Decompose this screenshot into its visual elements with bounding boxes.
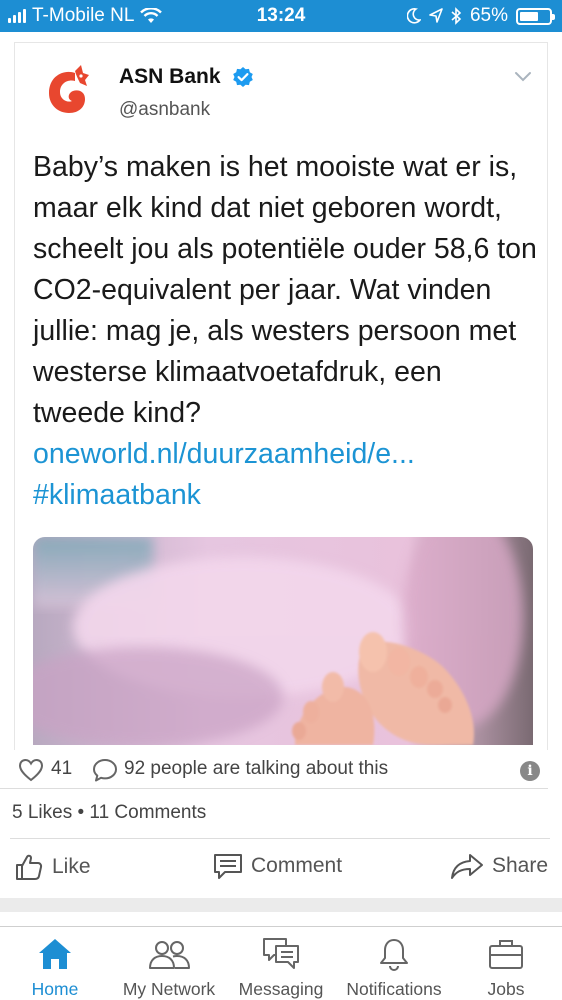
heart-icon[interactable] (18, 758, 44, 782)
nav-jobs[interactable]: Jobs (476, 927, 536, 1000)
bell-icon (380, 939, 408, 971)
tweet-text: Baby’s maken is het mooiste wat er is, m… (33, 147, 538, 516)
divider (0, 788, 548, 789)
thumbs-up-icon (16, 854, 43, 880)
battery-icon (516, 7, 555, 25)
status-bar: T-Mobile NL 13:24 65% (0, 0, 562, 32)
location-icon (429, 8, 443, 23)
nav-notifications-label: Notifications (346, 979, 442, 999)
nav-messaging[interactable]: Messaging (232, 927, 330, 1000)
author-handle[interactable]: @asnbank (119, 99, 210, 121)
share-button[interactable]: Share (450, 852, 548, 880)
tweet-card[interactable]: ASN Bank @asnbank Baby’s maken is het mo… (14, 42, 548, 750)
comment-label: Comment (251, 854, 343, 877)
nav-notifications[interactable]: Notifications (340, 927, 448, 1000)
bottom-nav: Home My Network Messaging Notifications … (0, 926, 562, 1000)
likes-comments-summary[interactable]: 5 Likes • 11 Comments (12, 802, 206, 824)
chevron-down-icon[interactable] (513, 69, 533, 83)
nav-jobs-label: Jobs (487, 979, 525, 999)
comment-button[interactable]: Comment (213, 852, 342, 880)
social-counts: 41 92 people are talking about this i (0, 752, 562, 788)
nav-home[interactable]: Home (22, 927, 88, 1000)
action-row: Like Comment Share (0, 846, 562, 890)
battery-fill (520, 11, 539, 21)
nav-messaging-label: Messaging (238, 979, 324, 999)
verified-badge-icon (233, 67, 253, 87)
author-name[interactable]: ASN Bank (119, 65, 221, 89)
bluetooth-icon (451, 7, 462, 25)
nav-my-network-label: My Network (122, 979, 216, 999)
feed-separator (0, 898, 562, 912)
tweet-link[interactable]: oneworld.nl/duurzaamheid/e... (33, 438, 415, 470)
moon-icon (406, 8, 421, 24)
speech-bubble-icon[interactable] (92, 758, 118, 782)
share-label: Share (492, 854, 549, 877)
like-button[interactable]: Like (14, 852, 91, 882)
info-icon[interactable]: i (520, 761, 540, 781)
baby-feet-photo (33, 537, 533, 745)
messaging-icon (263, 938, 299, 969)
nav-home-label: Home (31, 979, 79, 999)
comment-icon (214, 854, 242, 879)
tweet-image[interactable] (33, 537, 533, 745)
battery-percent: 65% (469, 5, 508, 26)
tweet-hashtag[interactable]: #klimaatbank (33, 479, 201, 511)
likes-count[interactable]: 41 (51, 758, 72, 780)
nav-my-network[interactable]: My Network (114, 927, 224, 1000)
home-icon (39, 939, 71, 969)
briefcase-icon (489, 940, 523, 969)
divider (10, 838, 550, 839)
talking-about-label[interactable]: 92 people are talking about this (124, 758, 388, 780)
tweet-body: Baby’s maken is het mooiste wat er is, m… (33, 151, 537, 429)
like-label: Like (52, 855, 91, 878)
people-icon (149, 941, 190, 969)
share-arrow-icon (451, 854, 483, 879)
status-right: 65% (406, 5, 555, 27)
asn-bank-logo-icon[interactable] (35, 59, 99, 123)
